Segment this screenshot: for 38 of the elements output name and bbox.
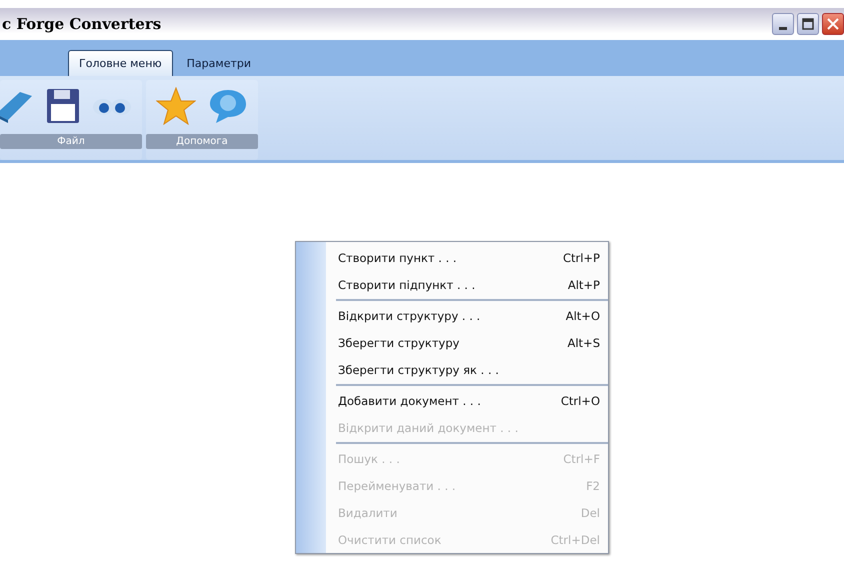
ribbon-tab[interactable]: Головне меню: [68, 50, 173, 76]
shortcut-label: Ctrl+O: [560, 394, 600, 408]
menu-item[interactable]: Зберегти структуру як . . .: [338, 356, 600, 383]
menu-item-label: Перейменувати . . .: [338, 478, 456, 492]
menu-item-label: Створити пункт . . .: [338, 250, 457, 264]
ribbon-tab[interactable]: Параметри: [176, 51, 261, 76]
menu-item-label: Видалити: [338, 506, 398, 520]
shortcut-label: Ctrl+F: [563, 452, 600, 466]
shortcut-label: Del: [580, 506, 600, 520]
minimize-icon: [779, 26, 787, 30]
menu-item[interactable]: Створити пункт . . . Ctrl+P: [338, 244, 600, 271]
menu-item[interactable]: Добавити документ . . . Ctrl+O: [338, 387, 600, 414]
maximize-icon: [802, 18, 814, 30]
menu-item-label: Пошук . . .: [338, 452, 400, 466]
shortcut-label: Ctrl+Del: [550, 532, 600, 546]
menu-item-label: Зберегти структуру як . . .: [338, 362, 499, 376]
menu-item-label: Відкрити даний документ . . .: [338, 420, 518, 434]
window-title: c Forge Converters: [1, 15, 162, 33]
menu-item-label: Очистити список: [338, 532, 442, 546]
star-icon[interactable]: [156, 87, 196, 125]
shortcut-label: Alt+O: [566, 308, 600, 322]
menu-item-label: Добавити документ . . .: [338, 394, 481, 408]
menu-item[interactable]: Створити підпункт . . . Alt+P: [338, 271, 600, 298]
menu-item-label: Створити підпункт . . .: [338, 278, 476, 292]
menu-item[interactable]: Зберегти структуру Alt+S: [338, 329, 600, 356]
maximize-button[interactable]: [797, 13, 819, 35]
close-button[interactable]: [822, 13, 844, 35]
shortcut-label: Alt+S: [567, 336, 600, 350]
close-icon: [827, 18, 839, 30]
shortcut-label: Ctrl+P: [562, 250, 600, 264]
minimize-button[interactable]: [772, 13, 794, 35]
menu-item[interactable]: Відкрити структуру . . . Alt+O: [338, 302, 600, 329]
group-label: Файл: [0, 134, 142, 149]
menu-item-label: Відкрити структуру . . .: [338, 308, 480, 322]
menu-item-label: Зберегти структуру: [338, 336, 460, 350]
shortcut-label: Alt+P: [568, 278, 600, 292]
group-label: Допомога: [146, 134, 258, 149]
shortcut-label: F2: [586, 478, 600, 492]
